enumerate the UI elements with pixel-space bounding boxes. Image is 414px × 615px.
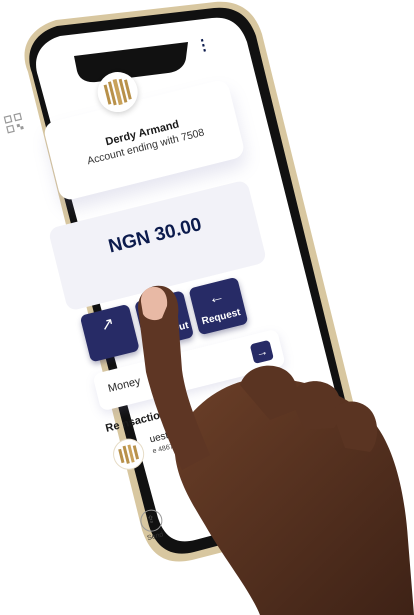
transaction-row[interactable]: uested m e 48675: [109, 397, 303, 482]
more-menu-icon[interactable]: ⋮: [194, 34, 213, 55]
nav-send[interactable]: ⇪ Send: [129, 505, 175, 545]
phone-mockup: ⋮ Derdy Armand Account ending with 7508 …: [0, 0, 414, 615]
transactions-amount: 0.00: [242, 383, 266, 401]
request-button[interactable]: ← Request: [188, 276, 249, 336]
add-money-arrow-icon[interactable]: →: [249, 339, 274, 365]
send-button[interactable]: ↗: [79, 303, 140, 363]
cash-out-button[interactable]: → Cash Out: [134, 290, 195, 349]
transaction-title: uested m: [148, 424, 192, 446]
add-money-label: Money: [106, 375, 142, 395]
transaction-brand-logo: [113, 438, 145, 470]
arrow-up-right-icon: ↗: [99, 315, 117, 335]
send-nav-icon: ⇪: [138, 507, 165, 534]
qr-scan-icon[interactable]: [3, 112, 25, 134]
